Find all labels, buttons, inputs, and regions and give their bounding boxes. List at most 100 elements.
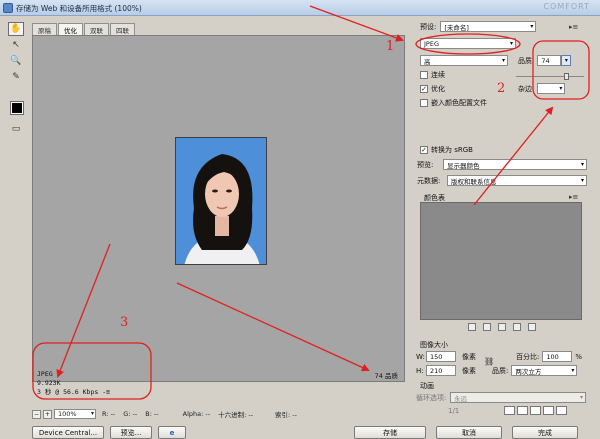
quality-level-select[interactable]: 高 ▾	[420, 55, 508, 66]
percent-label: 百分比:	[516, 352, 540, 361]
toggle-slices-icon[interactable]: ▭	[8, 122, 24, 136]
chevron-down-icon: ▾	[501, 57, 505, 64]
hex-readout: 十六进制: --	[218, 411, 254, 419]
embed-profile-checkbox[interactable]	[420, 99, 428, 107]
download-menu-icon[interactable]: -≡	[102, 388, 110, 396]
optimized-file-info: JPEG 9.923K 3 秒 @ 56.6 Kbps -≡	[37, 370, 110, 397]
convert-srgb-checkbox[interactable]: ✓	[420, 146, 428, 154]
title-bar: 存储为 Web 和设备所用格式 (100%) COMFORT	[0, 0, 600, 16]
quality-label: 品质:	[518, 56, 535, 65]
height-label: H:	[416, 366, 424, 375]
zoom-select[interactable]: 100%	[54, 409, 96, 419]
format-select[interactable]: JPEG ▾	[420, 38, 516, 49]
blue-readout: B: --	[145, 410, 159, 418]
tab-2-up[interactable]: 双联	[84, 23, 109, 35]
lock-color-icon[interactable]	[498, 323, 506, 331]
preset-select[interactable]: [未命名] ▾	[440, 21, 537, 32]
height-input[interactable]: 210	[426, 365, 456, 376]
animation-controls	[504, 406, 569, 415]
zoom-in-button[interactable]: +	[43, 409, 52, 419]
play-icon[interactable]	[530, 406, 541, 415]
chevron-down-icon: ▾	[580, 177, 584, 184]
resample-label: 品质:	[492, 366, 509, 375]
progressive-label: 连续	[431, 71, 445, 79]
width-label: W:	[416, 352, 425, 361]
preview-canvas[interactable]: JPEG 9.923K 3 秒 @ 56.6 Kbps -≡ 74 品质	[32, 35, 405, 396]
index-readout: 索引: --	[275, 411, 297, 419]
first-frame-icon[interactable]	[504, 406, 515, 415]
last-frame-icon[interactable]	[556, 406, 567, 415]
save-button[interactable]: 存储	[354, 426, 426, 439]
metadata-select[interactable]: 版权和联系信息 ▾	[447, 175, 587, 186]
tab-original[interactable]: 原稿	[32, 23, 57, 35]
color-table-menu-icon[interactable]: ▸≡	[569, 193, 578, 201]
optimized-checkbox[interactable]: ✓	[420, 85, 428, 93]
quality-slider-thumb[interactable]	[564, 73, 570, 80]
green-readout: G: --	[123, 410, 138, 418]
matte-select[interactable]: ▾	[537, 83, 566, 94]
web-shift-icon[interactable]	[483, 323, 491, 331]
next-frame-icon[interactable]	[543, 406, 554, 415]
done-button[interactable]: 完成	[512, 426, 578, 439]
tab-optimized[interactable]: 优化	[58, 23, 83, 35]
preview-mode-select[interactable]: 显示器颜色 ▾	[443, 159, 587, 170]
previous-frame-icon[interactable]	[517, 406, 528, 415]
zoom-out-button[interactable]: −	[32, 409, 41, 419]
watermark: COMFORT	[543, 2, 590, 11]
image-size-title: 图像大小	[420, 341, 448, 349]
percent-unit: %	[575, 352, 583, 361]
width-unit: 像素	[462, 352, 476, 361]
percent-input[interactable]: 100	[542, 351, 573, 362]
loop-label: 循环选项:	[416, 393, 447, 402]
app-icon	[3, 3, 13, 13]
cancel-button[interactable]: 取消	[436, 426, 502, 439]
file-size-readout: 9.923K	[37, 379, 61, 387]
portrait-illustration	[176, 138, 266, 264]
embed-profile-label: 嵌入颜色配置文件	[431, 99, 487, 107]
loop-select[interactable]: 永远 ▾	[450, 392, 586, 403]
preview-button[interactable]: 预览...	[110, 426, 152, 439]
quality-slider-track[interactable]	[516, 76, 584, 77]
preset-menu-icon[interactable]: ▸≡	[569, 23, 578, 31]
metadata-label: 元数据:	[417, 176, 441, 185]
info-bar: − + 100% R: -- G: -- B: -- Alpha: -- 十六进…	[32, 408, 405, 420]
resample-select[interactable]: 两次立方 ▾	[511, 365, 578, 376]
format-readout: JPEG	[37, 370, 53, 378]
slice-select-tool-icon[interactable]: ↖	[8, 38, 24, 52]
quality-readout: 74 品质	[374, 372, 398, 380]
window-title: 存储为 Web 和设备所用格式 (100%)	[16, 4, 142, 13]
chevron-down-icon: ▾	[509, 40, 513, 47]
chevron-down-icon: ▾	[530, 23, 534, 30]
device-central-button[interactable]: Device Central...	[32, 426, 104, 439]
chevron-down-icon: ▾	[579, 394, 583, 401]
browser-icon[interactable]: e	[158, 426, 186, 439]
map-color-icon[interactable]	[468, 323, 476, 331]
optimization-panel: 预设: [未命名] ▾ ▸≡ JPEG ▾ 高 ▾ 品质: 74 ▾ 连续 ✓ 优化 …	[412, 18, 596, 422]
zoom-tool-icon[interactable]: 🔍	[8, 54, 24, 68]
convert-srgb-label: 转换为 sRGB	[431, 146, 473, 154]
dialog-buttons: Device Central... 预览... e 存储 取消 完成	[0, 425, 600, 439]
alpha-readout: Alpha: --	[182, 410, 211, 418]
width-input[interactable]: 150	[426, 351, 456, 362]
animation-title: 动画	[420, 382, 434, 390]
quality-input[interactable]: 74	[537, 55, 562, 66]
chevron-down-icon: ▾	[559, 85, 563, 92]
progressive-checkbox[interactable]	[420, 71, 428, 79]
red-readout: R: --	[102, 410, 116, 418]
hand-tool-icon[interactable]: ✋	[8, 22, 24, 36]
eyedropper-tool-icon[interactable]: ✎	[8, 70, 24, 84]
view-tabs: 原稿 优化 双联 四联	[32, 23, 136, 35]
portrait-photo	[175, 137, 267, 265]
toolbox: ✋ ↖ 🔍 ✎ ▭	[8, 22, 26, 134]
preset-label: 预设:	[420, 22, 437, 31]
optimized-label: 优化	[431, 85, 445, 93]
preview-mode-label: 预览:	[417, 160, 434, 169]
eyedropper-color-swatch[interactable]	[10, 101, 24, 115]
tab-4-up[interactable]: 四联	[110, 23, 135, 35]
chevron-down-icon: ▾	[571, 367, 575, 374]
download-time-readout: 3 秒 @ 56.6 Kbps -≡	[37, 388, 111, 396]
delete-color-icon[interactable]	[528, 323, 536, 331]
color-table[interactable]	[420, 202, 582, 320]
quality-dropdown-button[interactable]: ▾	[561, 55, 572, 66]
new-color-icon[interactable]	[513, 323, 521, 331]
